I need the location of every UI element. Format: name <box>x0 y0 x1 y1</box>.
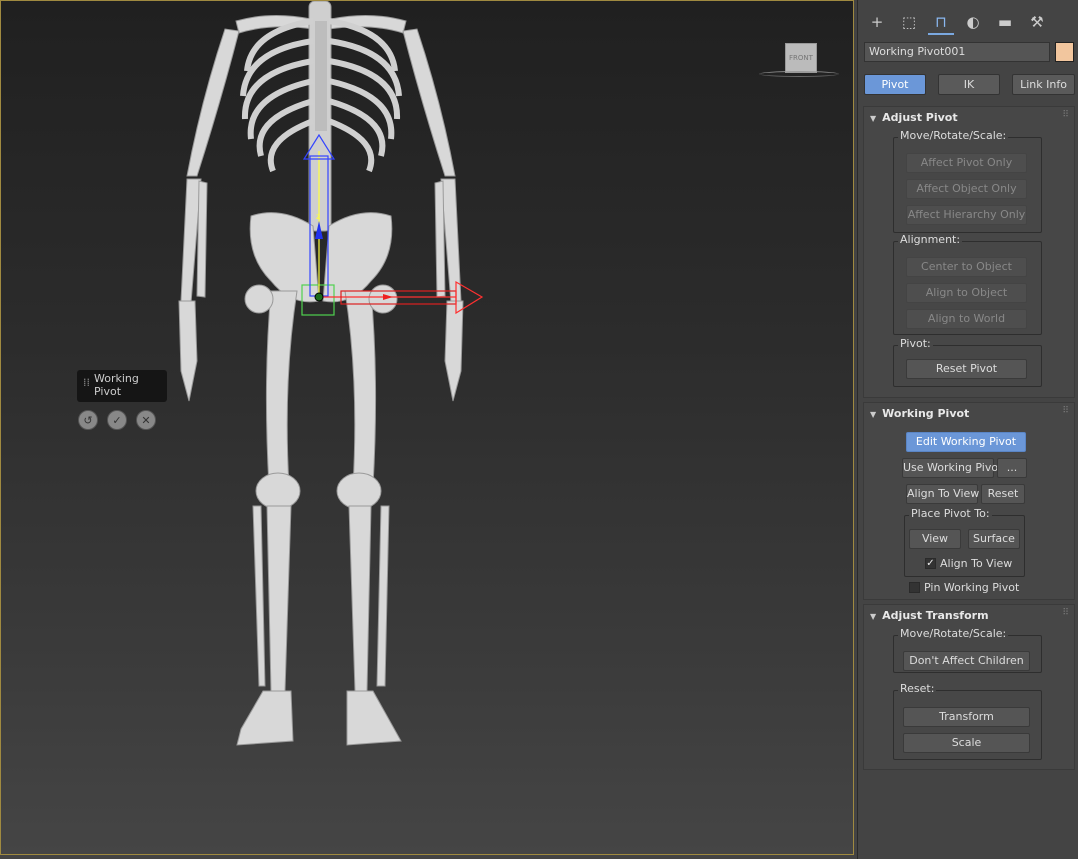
place-pivot-view-button[interactable]: View <box>909 529 961 549</box>
utilities-icon[interactable]: ⚒ <box>1024 11 1050 33</box>
align-to-view-button[interactable]: Align To View <box>906 484 979 504</box>
object-color-swatch[interactable] <box>1055 42 1074 62</box>
modify-icon[interactable]: ⬚ <box>896 11 922 33</box>
place-pivot-to-group: Place Pivot To: View Surface ✓ Align To … <box>904 507 1025 577</box>
command-panel-tabs: + ⬚ ⊓ ◐ ▬ ⚒ <box>858 4 1078 38</box>
viewcube-front-face[interactable]: FRONT <box>785 43 817 73</box>
group-label: Place Pivot To: <box>909 507 992 520</box>
working-pivot-rollout: ▼ Working Pivot ⠿ Edit Working Pivot Use … <box>863 402 1075 600</box>
undo-icon[interactable]: ↺ <box>78 410 98 430</box>
viewcube[interactable]: FRONT <box>759 41 839 81</box>
checkmark-icon[interactable]: ✓ <box>107 410 127 430</box>
affect-hierarchy-only-button[interactable]: Affect Hierarchy Only <box>906 205 1027 225</box>
reset-pivot-button[interactable]: Reset Pivot <box>906 359 1027 379</box>
adjust-pivot-header[interactable]: ▼ Adjust Pivot <box>870 111 958 124</box>
align-to-view-checkbox[interactable]: ✓ <box>925 558 936 569</box>
drag-handle-icon[interactable]: ⠿ <box>1062 406 1069 416</box>
viewcube-compass[interactable] <box>759 71 839 77</box>
affect-object-only-button[interactable]: Affect Object Only <box>906 179 1027 199</box>
working-pivot-title: Working Pivot <box>882 407 970 420</box>
working-pivot-hud[interactable]: ⁞⁞ Working Pivot <box>77 370 167 402</box>
adjust-pivot-rollout: ▼ Adjust Pivot ⠿ Move/Rotate/Scale: Affec… <box>863 106 1075 398</box>
collapse-triangle-icon[interactable]: ▼ <box>870 114 876 123</box>
create-icon[interactable]: + <box>864 11 890 33</box>
pivot-group: Pivot: Reset Pivot <box>893 337 1042 387</box>
use-working-pivot-button[interactable]: Use Working Pivot <box>902 458 1002 478</box>
dont-affect-children-button[interactable]: Don't Affect Children <box>903 651 1030 671</box>
perspective-viewport[interactable]: z FRONT ⁞⁞ Working Pivot ↺ ✓ ✕ <box>0 0 854 855</box>
link-info-button[interactable]: Link Info <box>1012 74 1075 95</box>
reset-scale-button[interactable]: Scale <box>903 733 1030 753</box>
adjust-pivot-title: Adjust Pivot <box>882 111 958 124</box>
align-to-view-check-label: Align To View <box>940 557 1013 570</box>
motion-icon[interactable]: ◐ <box>960 11 986 33</box>
reset-transform-button[interactable]: Transform <box>903 707 1030 727</box>
align-to-world-button[interactable]: Align to World <box>906 309 1027 329</box>
command-panel: + ⬚ ⊓ ◐ ▬ ⚒ Working Pivot001 Pivot IK Li… <box>857 0 1078 859</box>
collapse-triangle-icon[interactable]: ▼ <box>870 410 876 419</box>
group-label: Reset: <box>898 682 937 695</box>
group-label: Move/Rotate/Scale: <box>898 129 1009 142</box>
group-label: Move/Rotate/Scale: <box>898 627 1009 640</box>
drag-handle-icon[interactable]: ⠿ <box>1062 608 1069 618</box>
collapse-triangle-icon[interactable]: ▼ <box>870 612 876 621</box>
ik-button[interactable]: IK <box>938 74 1000 95</box>
alignment-group: Alignment: Center to Object Align to Obj… <box>893 233 1042 335</box>
close-icon[interactable]: ✕ <box>136 410 156 430</box>
move-rotate-scale-group: Move/Rotate/Scale: Don't Affect Children <box>893 627 1042 673</box>
pivot-button[interactable]: Pivot <box>864 74 926 95</box>
align-to-object-button[interactable]: Align to Object <box>906 283 1027 303</box>
gizmo-z-label: z <box>316 212 320 221</box>
drag-handle-icon[interactable]: ⁞⁞ <box>83 376 90 390</box>
move-rotate-scale-group: Move/Rotate/Scale: Affect Pivot Only Aff… <box>893 129 1042 233</box>
adjust-transform-rollout: ▼ Adjust Transform ⠿ Move/Rotate/Scale: D… <box>863 604 1075 770</box>
drag-handle-icon[interactable]: ⠿ <box>1062 110 1069 120</box>
group-label: Alignment: <box>898 233 963 246</box>
adjust-transform-title: Adjust Transform <box>882 609 989 622</box>
place-pivot-surface-button[interactable]: Surface <box>968 529 1020 549</box>
pin-working-pivot-checkbox[interactable] <box>909 582 920 593</box>
adjust-transform-header[interactable]: ▼ Adjust Transform <box>870 609 989 622</box>
skeleton-model[interactable]: z <box>1 1 854 855</box>
working-pivot-options-button[interactable]: ... <box>997 458 1027 478</box>
affect-pivot-only-button[interactable]: Affect Pivot Only <box>906 153 1027 173</box>
center-to-object-button[interactable]: Center to Object <box>906 257 1027 277</box>
object-name-field[interactable]: Working Pivot001 <box>864 42 1050 62</box>
reset-group: Reset: Transform Scale <box>893 682 1042 760</box>
pin-working-pivot-label: Pin Working Pivot <box>924 581 1020 594</box>
hierarchy-icon[interactable]: ⊓ <box>928 11 954 35</box>
edit-working-pivot-button[interactable]: Edit Working Pivot <box>906 432 1026 452</box>
hud-title: Working Pivot <box>94 372 139 398</box>
working-pivot-header[interactable]: ▼ Working Pivot <box>870 407 969 420</box>
group-label: Pivot: <box>898 337 933 350</box>
reset-working-pivot-button[interactable]: Reset <box>981 484 1025 504</box>
display-icon[interactable]: ▬ <box>992 11 1018 33</box>
